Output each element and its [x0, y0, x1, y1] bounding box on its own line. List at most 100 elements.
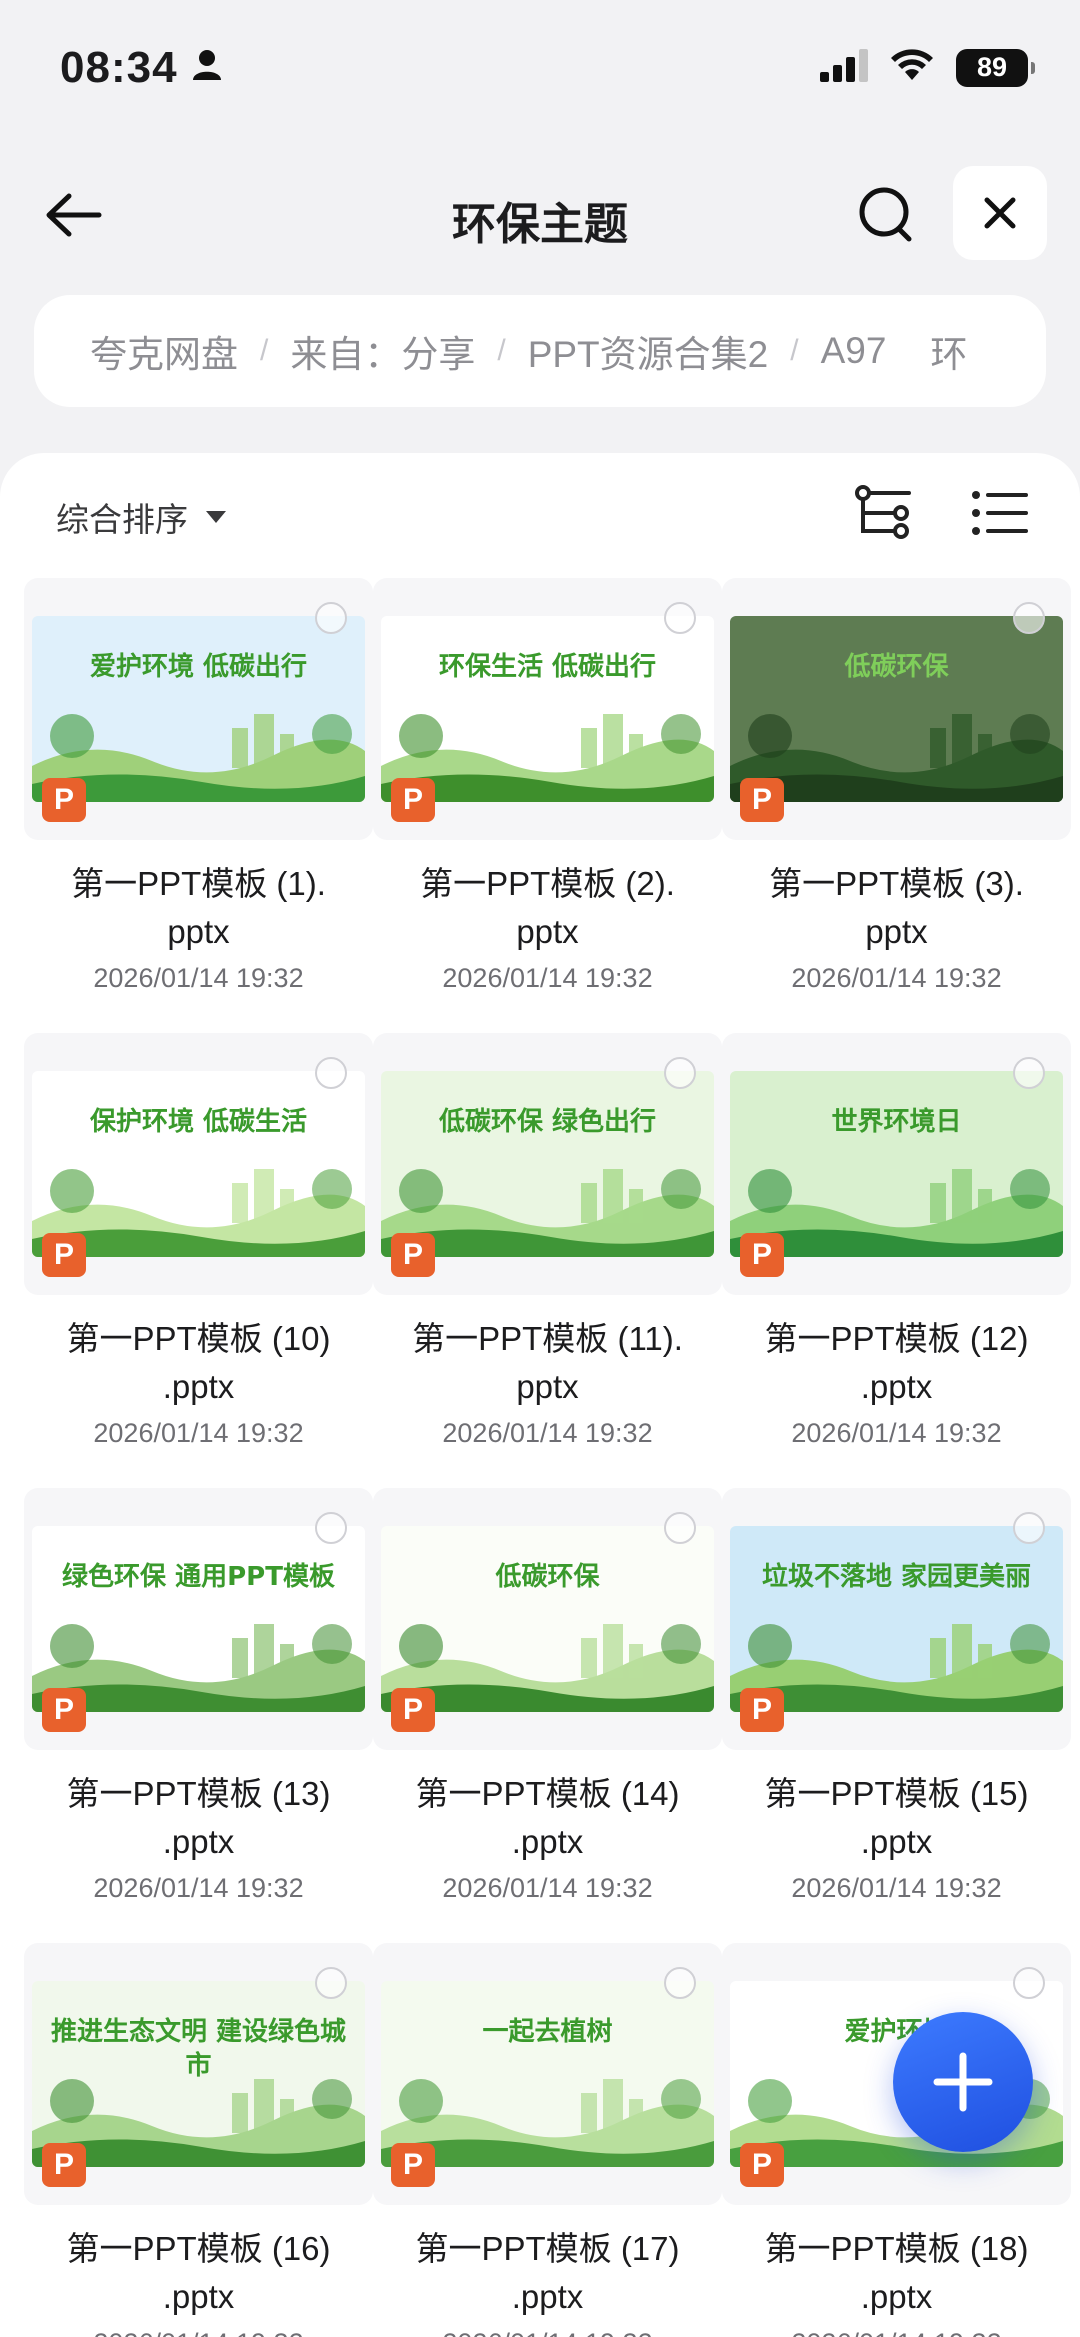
file-card[interactable]: 环保生活 低碳出行 P 第一PPT模板 (2). pptx 2026/01/14 19:…: [373, 578, 722, 1018]
thumbnail-title: 绿色环保 通用PPT模板: [62, 1562, 335, 1592]
battery-indicator: 89: [956, 48, 1035, 87]
file-date: 2026/01/14 19:32: [791, 1418, 1002, 1448]
breadcrumb-separator: /: [260, 334, 269, 367]
file-name-line1: 第一PPT模板 (2).: [420, 865, 675, 902]
sort-bar: 综合排序: [0, 453, 1080, 573]
thumbnail-title: 一起去植树: [482, 2017, 613, 2047]
sort-dropdown[interactable]: 综合排序: [56, 493, 226, 541]
select-checkbox[interactable]: [1013, 1967, 1045, 1999]
file-card[interactable]: 爱护环境 低碳出行 P 第一PPT模板 (1). pptx 2026/01/14 19:…: [24, 578, 373, 1018]
file-card[interactable]: 低碳环保 P 第一PPT模板 (14) .pptx 2026/01/14 19:32: [373, 1488, 722, 1928]
file-card[interactable]: 低碳环保 P 第一PPT模板 (3). pptx 2026/01/14 19:32: [722, 578, 1071, 1018]
select-checkbox[interactable]: [1013, 1512, 1045, 1544]
file-date: 2026/01/14 19:32: [93, 1418, 304, 1448]
file-name: 第一PPT模板 (17) .pptx: [373, 2225, 722, 2321]
file-name-line1: 第一PPT模板 (3).: [769, 865, 1024, 902]
add-button[interactable]: [893, 2012, 1033, 2152]
select-checkbox[interactable]: [664, 1057, 696, 1089]
breadcrumb-item-root[interactable]: 夸克网盘: [90, 324, 238, 378]
file-date: 2026/01/14 19:32: [373, 2328, 722, 2337]
ppt-file-icon: P: [740, 1688, 784, 1732]
file-name-line1: 第一PPT模板 (12): [764, 1320, 1029, 1357]
file-thumbnail-frame[interactable]: 世界环境日 P: [722, 1033, 1071, 1295]
file-thumbnail-frame[interactable]: 低碳环保 绿色出行 P: [373, 1033, 722, 1295]
select-checkbox[interactable]: [315, 1057, 347, 1089]
file-name-line2: .pptx: [860, 2278, 933, 2315]
breadcrumb-item-share[interactable]: 来自：分享: [290, 324, 475, 378]
file-name-line2: .pptx: [162, 1368, 235, 1405]
select-checkbox[interactable]: [664, 1512, 696, 1544]
file-date: 2026/01/14 19:32: [93, 963, 304, 993]
breadcrumb-item-collection[interactable]: PPT资源合集2: [528, 324, 769, 378]
file-name-line2: .pptx: [511, 1823, 584, 1860]
select-checkbox[interactable]: [315, 602, 347, 634]
thumbnail-title: 世界环境日: [831, 1107, 962, 1137]
file-thumbnail: 低碳环保: [730, 616, 1063, 802]
file-card[interactable]: 爱护环境P第一PPT模板 (18).pptx2026/01/14 19:32: [722, 1943, 1071, 2337]
close-button[interactable]: [953, 166, 1047, 260]
file-name-line2: .pptx: [511, 2278, 584, 2315]
list-icon: [972, 491, 1028, 535]
file-name-line1: 第一PPT模板 (1).: [71, 865, 326, 902]
ppt-file-icon: P: [42, 2143, 86, 2187]
file-card[interactable]: 绿色环保 通用PPT模板 P 第一PPT模板 (13) .pptx 2026/01/14…: [24, 1488, 373, 1928]
signal-icon: [820, 48, 868, 87]
file-thumbnail-frame[interactable]: 环保生活 低碳出行 P: [373, 578, 722, 840]
file-card[interactable]: 一起去植树 P 第一PPT模板 (17) .pptx 2026/01/14 19:32: [373, 1943, 722, 2337]
file-date: 2026/01/14 19:32: [791, 963, 1002, 993]
file-date: 2026/01/14 19:32: [93, 1873, 304, 1903]
file-card[interactable]: 低碳环保 绿色出行 P 第一PPT模板 (11). pptx 2026/01/14 19…: [373, 1033, 722, 1473]
file-name-line2: .pptx: [860, 1823, 933, 1860]
file-card[interactable]: 保护环境 低碳生活 P 第一PPT模板 (10) .pptx 2026/01/14 19…: [24, 1033, 373, 1473]
file-name: 第一PPT模板 (2). pptx: [373, 860, 722, 956]
file-thumbnail-frame[interactable]: 爱护环境 低碳出行 P: [24, 578, 373, 840]
file-thumbnail-frame[interactable]: 保护环境 低碳生活 P: [24, 1033, 373, 1295]
file-date: 2026/01/14 19:32: [442, 963, 653, 993]
file-thumbnail: 低碳环保 绿色出行: [381, 1071, 714, 1257]
file-name-line2: pptx: [865, 913, 928, 950]
breadcrumb-separator: /: [790, 334, 799, 367]
wifi-icon: [890, 48, 934, 87]
search-button[interactable]: [852, 180, 922, 250]
file-thumbnail-frame[interactable]: 低碳环保 P: [722, 578, 1071, 840]
file-thumbnail-frame[interactable]: 低碳环保 P: [373, 1488, 722, 1750]
select-checkbox[interactable]: [664, 602, 696, 634]
file-name: 第一PPT模板 (14) .pptx: [373, 1770, 722, 1866]
thumbnail-title: 爱护环境 低碳出行: [89, 652, 308, 682]
list-view-button[interactable]: [970, 485, 1030, 541]
breadcrumb-item-folder[interactable]: A97: [821, 330, 887, 372]
file-thumbnail-frame[interactable]: 垃圾不落地 家园更美丽 P: [722, 1488, 1071, 1750]
select-checkbox[interactable]: [1013, 1057, 1045, 1089]
breadcrumb-separator: /: [497, 334, 506, 367]
plus-icon: [933, 2052, 993, 2112]
ppt-file-icon: P: [42, 1688, 86, 1732]
file-name: 第一PPT模板 (12) .pptx: [722, 1315, 1071, 1411]
ppt-file-icon: P: [740, 778, 784, 822]
select-checkbox[interactable]: [315, 1512, 347, 1544]
file-thumbnail: 爱护环境 低碳出行: [32, 616, 365, 802]
select-checkbox[interactable]: [1013, 602, 1045, 634]
ppt-file-icon: P: [391, 1688, 435, 1732]
file-card[interactable]: 垃圾不落地 家园更美丽 P 第一PPT模板 (15) .pptx 2026/01/14 …: [722, 1488, 1071, 1928]
tree-view-button[interactable]: [855, 485, 915, 541]
select-checkbox[interactable]: [664, 1967, 696, 1999]
file-name-line1: 第一PPT模板 (17): [415, 2230, 680, 2267]
file-thumbnail: 推进生态文明 建设绿色城市: [32, 1981, 365, 2167]
file-name: 第一PPT模板 (3). pptx: [722, 860, 1071, 956]
person-icon: [192, 49, 222, 86]
file-card[interactable]: 推进生态文明 建设绿色城市 P 第一PPT模板 (16) .pptx 2026/01/1…: [24, 1943, 373, 2337]
breadcrumb-item-current[interactable]: 环: [930, 324, 967, 378]
file-thumbnail: 垃圾不落地 家园更美丽: [730, 1526, 1063, 1712]
file-thumbnail: 绿色环保 通用PPT模板: [32, 1526, 365, 1712]
file-thumbnail: 世界环境日: [730, 1071, 1063, 1257]
file-date: 2026/01/14 19:32: [442, 1418, 653, 1448]
file-thumbnail-frame[interactable]: 绿色环保 通用PPT模板 P: [24, 1488, 373, 1750]
file-thumbnail-frame[interactable]: 一起去植树 P: [373, 1943, 722, 2205]
file-thumbnail: 保护环境 低碳生活: [32, 1071, 365, 1257]
file-thumbnail-frame[interactable]: 推进生态文明 建设绿色城市 P: [24, 1943, 373, 2205]
file-thumbnail: 环保生活 低碳出行: [381, 616, 714, 802]
status-bar: 08:34 89: [0, 0, 1080, 135]
select-checkbox[interactable]: [315, 1967, 347, 1999]
ppt-file-icon: P: [740, 2143, 784, 2187]
file-card[interactable]: 世界环境日 P 第一PPT模板 (12) .pptx 2026/01/14 19:32: [722, 1033, 1071, 1473]
